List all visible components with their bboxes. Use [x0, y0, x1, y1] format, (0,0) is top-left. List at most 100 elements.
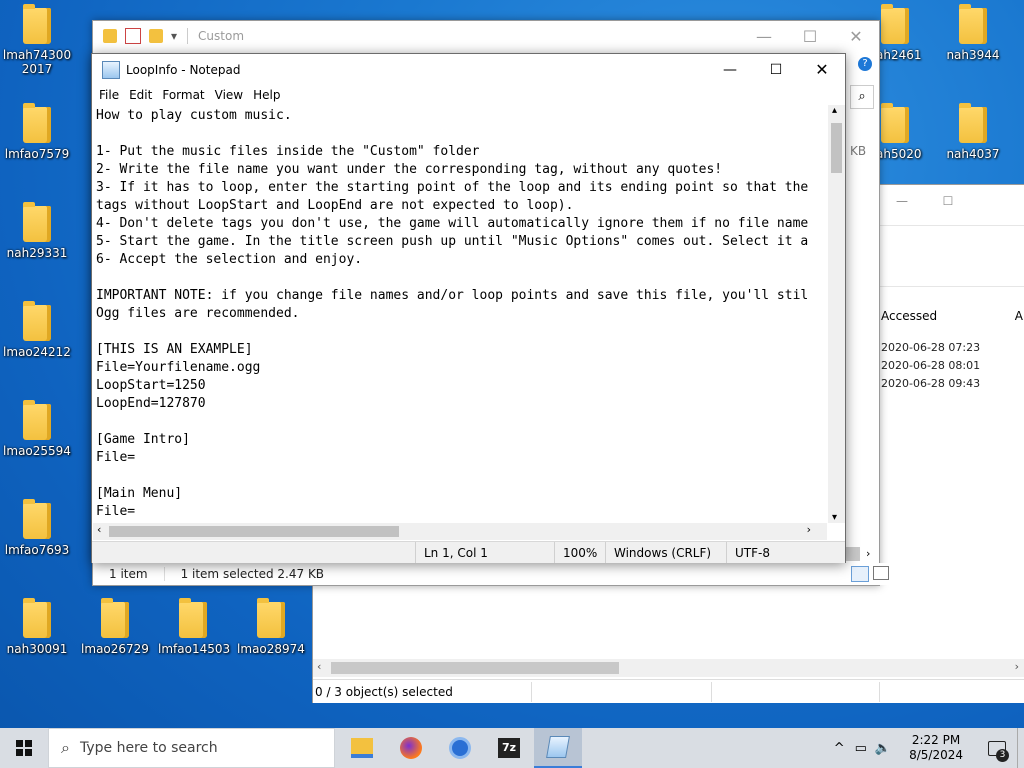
taskbar-search[interactable]: ⌕ Type here to search [48, 728, 335, 768]
desktop-folder-icon[interactable]: nah3944 [938, 4, 1008, 62]
folder-icon [881, 4, 909, 44]
scroll-right-icon[interactable]: › [866, 547, 870, 560]
desktop-folder-icon[interactable]: lmao25594 [2, 400, 72, 458]
network-icon[interactable]: ▭ [855, 741, 867, 756]
notification-icon[interactable]: 3 [977, 728, 1017, 768]
desktop-icon-label: lmao25594 [3, 444, 71, 458]
explorer-status-bar: 1 item 1 item selected 2.47 KB [93, 563, 895, 585]
minimize-button[interactable]: — [741, 21, 787, 51]
properties-icon[interactable] [125, 28, 141, 44]
start-button[interactable] [0, 728, 48, 768]
maximize-icon[interactable]: ☐ [925, 194, 971, 208]
scrollbar-thumb[interactable] [831, 123, 842, 173]
volume-muted-icon[interactable]: 🔈 [875, 741, 891, 756]
chromium-taskbar-button[interactable] [436, 728, 484, 768]
notepad-titlebar[interactable]: LoopInfo - Notepad — ☐ ✕ [92, 54, 845, 85]
maximize-button[interactable]: ☐ [753, 54, 799, 85]
details-view-icon[interactable] [851, 566, 869, 582]
large-icons-view-icon[interactable] [873, 566, 889, 580]
file-size-fragment: KB [850, 144, 867, 158]
menu-view[interactable]: View [210, 88, 248, 102]
desktop-icon-label: lmah74300 2017 [2, 48, 72, 76]
desktop-folder-icon[interactable]: nah30091 [2, 598, 72, 656]
folder-icon [23, 499, 51, 539]
file-explorer-icon [351, 738, 373, 758]
zoom-level: 100% [554, 542, 605, 563]
desktop-folder-icon[interactable]: lmao28974 [236, 598, 306, 656]
help-icon[interactable]: ? [858, 57, 872, 71]
close-button[interactable]: ✕ [833, 21, 879, 51]
clock[interactable]: 2:22 PM 8/5/2024 [909, 733, 963, 763]
notification-badge: 3 [996, 749, 1009, 762]
desktop-icon-label: nah4037 [946, 147, 1000, 161]
close-button[interactable]: ✕ [799, 54, 845, 85]
search-icon: ⌕ [61, 738, 70, 757]
desktop-folder-icon[interactable]: lmfao7693 [2, 499, 72, 557]
folder-icon [179, 598, 207, 638]
new-folder-icon[interactable] [149, 29, 163, 43]
desktop-icon-label: lmfao14503 [158, 642, 231, 656]
horizontal-scrollbar[interactable]: ‹ › [93, 523, 827, 540]
scrollbar-thumb[interactable] [109, 526, 399, 537]
desktop-folder-icon[interactable]: lmao24212 [2, 301, 72, 359]
text-editor[interactable]: How to play custom music. 1- Put the mus… [93, 105, 830, 525]
scroll-right-icon[interactable]: › [807, 523, 811, 536]
desktop-icon-label: lmao28974 [237, 642, 305, 656]
firefox-taskbar-button[interactable] [387, 728, 435, 768]
search-icon[interactable]: ⌕ [850, 85, 874, 109]
desktop-icon-label: lmfao7693 [4, 543, 70, 557]
date: 8/5/2024 [909, 748, 963, 762]
vertical-scrollbar[interactable]: ▴ ▾ [828, 105, 845, 523]
desktop-folder-icon[interactable]: lmao26729 [80, 598, 150, 656]
minimize-icon[interactable]: — [879, 194, 925, 208]
desktop-icon-label: nah30091 [6, 642, 68, 656]
scroll-up-icon[interactable]: ▴ [832, 105, 837, 116]
desktop-folder-icon[interactable]: lmah74300 2017 [2, 4, 72, 76]
desktop-icon-label: lmao26729 [81, 642, 149, 656]
menu-edit[interactable]: Edit [124, 88, 157, 102]
toolbar-area [879, 225, 1024, 287]
scroll-left-icon[interactable]: ‹ [97, 523, 101, 536]
line-ending: Windows (CRLF) [605, 542, 726, 563]
column-header-accessed[interactable]: Accessed A [879, 305, 1024, 327]
7zip-taskbar-button[interactable]: 7z [485, 728, 533, 768]
desktop-folder-icon[interactable]: lmfao14503 [158, 598, 231, 656]
selection-info: 1 item selected 2.47 KB [180, 567, 325, 581]
cursor-position: Ln 1, Col 1 [415, 542, 554, 563]
notepad-window[interactable]: LoopInfo - Notepad — ☐ ✕ File Edit Forma… [91, 53, 846, 563]
scrollbar-thumb[interactable] [331, 662, 619, 674]
folder-icon [23, 103, 51, 143]
menu-format[interactable]: Format [157, 88, 209, 102]
notepad-icon [546, 736, 570, 758]
scroll-left-icon[interactable]: ‹ [317, 660, 321, 673]
list-item[interactable]: 2020-06-28 08:01 [881, 359, 980, 372]
scroll-right-icon[interactable]: › [1015, 660, 1019, 673]
search-placeholder: Type here to search [79, 740, 218, 756]
desktop-icon-label: nah29331 [6, 246, 68, 260]
scroll-down-icon[interactable]: ▾ [832, 512, 837, 523]
notepad-taskbar-button[interactable] [534, 728, 582, 768]
desktop-folder-icon[interactable]: nah29331 [2, 202, 72, 260]
system-tray: ^ ▭ 🔈 2:22 PM 8/5/2024 3 [828, 728, 1024, 768]
desktop-folder-icon[interactable]: nah4037 [938, 103, 1008, 161]
folder-icon [23, 400, 51, 440]
chromium-icon [449, 737, 471, 759]
horizontal-scrollbar[interactable]: ‹ › [313, 659, 1024, 677]
chevron-up-icon[interactable]: ^ [834, 741, 845, 756]
status-bar: 0 / 3 object(s) selected [313, 679, 1024, 704]
dropdown-icon[interactable]: ▾ [171, 29, 177, 43]
folder-icon [23, 202, 51, 242]
desktop-icon-label: lmao24212 [3, 345, 71, 359]
desktop-folder-icon[interactable]: lmfao7579 [2, 103, 72, 161]
desktop-icon-label: nah3944 [946, 48, 1000, 62]
menu-file[interactable]: File [94, 88, 124, 102]
list-item[interactable]: 2020-06-28 07:23 [881, 341, 980, 354]
folder-icon [257, 598, 285, 638]
item-count: 1 item [109, 567, 148, 581]
file-explorer-taskbar-button[interactable] [338, 728, 386, 768]
maximize-button[interactable]: ☐ [787, 21, 833, 51]
minimize-button[interactable]: — [707, 54, 753, 85]
desktop-icon-label: lmfao7579 [4, 147, 70, 161]
list-item[interactable]: 2020-06-28 09:43 [881, 377, 980, 390]
menu-help[interactable]: Help [248, 88, 285, 102]
